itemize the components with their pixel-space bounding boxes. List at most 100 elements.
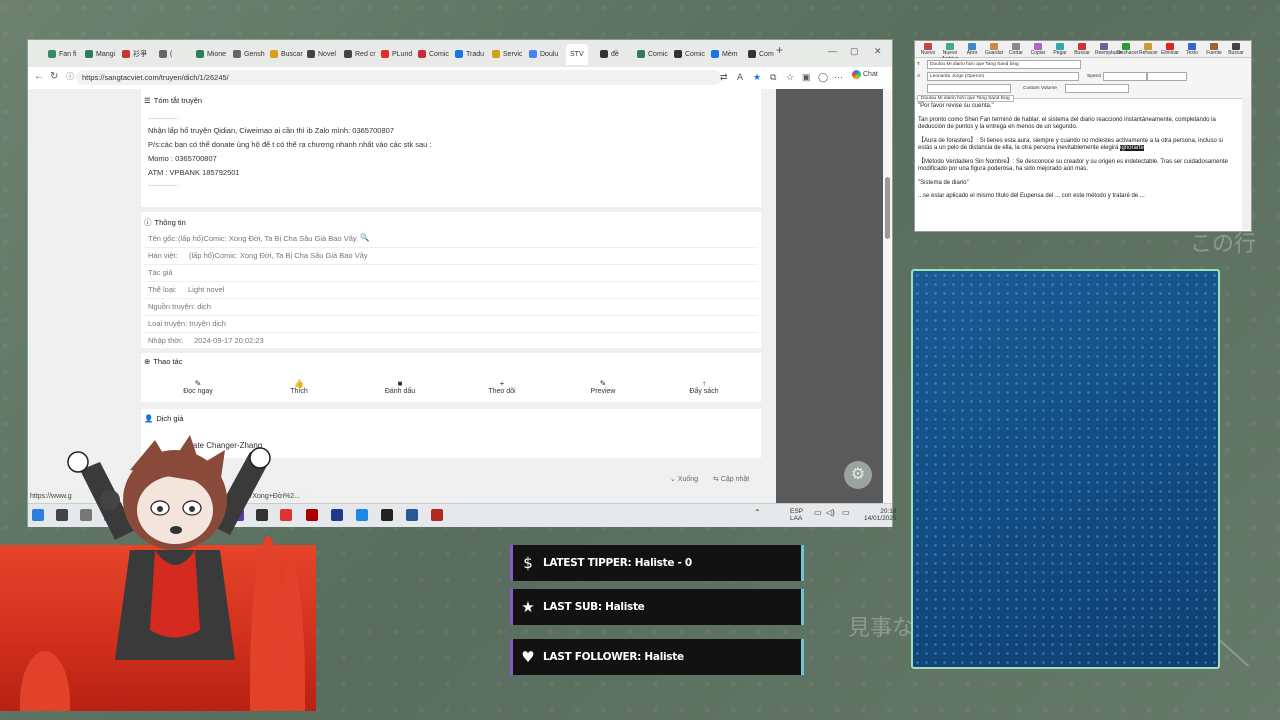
browser-tab[interactable]: Comic bbox=[637, 46, 668, 62]
menu-icon[interactable]: ⋯ bbox=[834, 72, 843, 83]
browser-tab[interactable]: Buscar bbox=[270, 46, 303, 62]
extensions-icon[interactable]: ⧉ bbox=[770, 72, 776, 83]
browser-tab[interactable]: Tradu bbox=[455, 46, 484, 62]
reader-tab[interactable]: Doulou Mi diario hizo que Tang Sand bing bbox=[917, 95, 1014, 102]
voice-field[interactable] bbox=[927, 84, 1011, 93]
tab-favicon-icon bbox=[674, 50, 682, 58]
favorite-star-icon[interactable]: ★ bbox=[753, 72, 761, 83]
chevron-down-icon: ⌄ bbox=[670, 476, 676, 483]
reload-icon[interactable]: ↻ bbox=[50, 71, 58, 82]
scroll-down-link[interactable]: ⌄ Xuống bbox=[670, 475, 698, 483]
reader-toolbar-button[interactable]: Eliminar bbox=[1161, 43, 1179, 56]
minimize-icon[interactable]: — bbox=[828, 46, 837, 56]
browser-tab[interactable]: ( bbox=[159, 46, 172, 62]
new-tab-icon[interactable]: + bbox=[776, 43, 783, 57]
app-icon[interactable] bbox=[306, 509, 318, 521]
speed-field[interactable] bbox=[1103, 72, 1147, 81]
action-5-button[interactable]: ✎ Preview bbox=[573, 379, 633, 395]
language-indicator[interactable]: ESP LAA bbox=[790, 508, 803, 522]
reader-scrollbar[interactable] bbox=[1242, 98, 1251, 230]
browser-tab[interactable]: PLund bbox=[381, 46, 412, 62]
clock[interactable]: 20:18 14/01/2025 bbox=[864, 508, 897, 522]
action-2-button[interactable]: 👍 Thích bbox=[269, 379, 329, 395]
paragraph-text: ...se estar aplicado el mismo título del… bbox=[918, 193, 1145, 199]
toolbar-label: Abrir bbox=[966, 50, 978, 56]
reader-toolbar-button[interactable]: Buscar bbox=[1227, 43, 1245, 56]
browser-tab[interactable]: Comic bbox=[674, 46, 705, 62]
action-6-button[interactable]: ↑ Đẩy sách bbox=[674, 379, 734, 395]
browser-tab[interactable]: Fan fi bbox=[48, 46, 77, 62]
settings-gear-icon[interactable]: ⚙ bbox=[844, 461, 872, 489]
speed-field-2[interactable] bbox=[1147, 72, 1187, 81]
tray-chevron-icon[interactable]: ⌃ bbox=[754, 508, 761, 517]
author-field[interactable]: Leonardo Jorge (Operon) bbox=[927, 72, 1079, 81]
terminal-icon[interactable] bbox=[381, 509, 393, 521]
toolbar-label: Buscar bbox=[1074, 50, 1090, 56]
title-field[interactable]: Doulou Mi diario hizo que Tang Sand bing bbox=[927, 60, 1081, 69]
reader-text-body[interactable]: "Por favor revise su cuenta." Tan pronto … bbox=[918, 103, 1236, 207]
word-icon[interactable] bbox=[406, 509, 418, 521]
reader-toolbar-button[interactable]: Reemplazar bbox=[1095, 43, 1122, 56]
reader-toolbar-button[interactable]: Fuente bbox=[1205, 43, 1223, 56]
reader-toolbar-button[interactable]: Copiar bbox=[1029, 43, 1047, 56]
browser-tab[interactable]: Mione bbox=[196, 46, 226, 62]
search-icon[interactable]: 🔍 bbox=[360, 233, 369, 242]
reader-toolbar-button[interactable]: Abrir bbox=[963, 43, 981, 56]
browser-tab[interactable]: Comic bbox=[418, 46, 449, 62]
custom-volume-field[interactable] bbox=[1065, 84, 1129, 93]
browser-tab[interactable]: Mèm bbox=[711, 46, 738, 62]
reader-toolbar-button[interactable]: Rehacer bbox=[1139, 43, 1158, 56]
browser-tab[interactable]: đề bbox=[600, 46, 619, 62]
action-1-button[interactable]: ✎ Đọc ngay bbox=[168, 379, 228, 395]
network-icon[interactable]: ▭ bbox=[814, 508, 822, 517]
active-browser-tab[interactable]: STV bbox=[566, 44, 588, 65]
scrollbar-thumb[interactable] bbox=[885, 177, 890, 239]
toolbar-icon bbox=[1232, 43, 1240, 50]
scroll-down-label: Xuống bbox=[677, 476, 699, 483]
maximize-icon[interactable]: ▢ bbox=[850, 46, 859, 57]
battery-icon[interactable]: ▭ bbox=[842, 508, 850, 517]
profile-icon[interactable]: ◯ bbox=[818, 72, 828, 83]
app-icon[interactable] bbox=[356, 509, 368, 521]
read-aloud-icon[interactable]: A bbox=[737, 72, 743, 82]
translator-title-text: Dịch giả bbox=[156, 414, 184, 423]
reader-toolbar-button[interactable]: Pegar bbox=[1051, 43, 1069, 56]
back-icon[interactable]: ← bbox=[34, 71, 44, 82]
action-3-button[interactable]: ■ Đánh dấu bbox=[370, 379, 430, 395]
reader-toolbar-button[interactable]: Deshacer bbox=[1117, 43, 1138, 56]
site-info-icon[interactable]: ⓘ bbox=[66, 71, 74, 82]
close-icon[interactable]: ✕ bbox=[874, 46, 882, 57]
row-divider bbox=[144, 281, 758, 282]
vtuber-avatar bbox=[67, 435, 271, 660]
toolbar-label: Buscar bbox=[1228, 50, 1244, 56]
reader-toolbar-button[interactable]: Nuevo bbox=[919, 43, 937, 56]
start-icon[interactable] bbox=[32, 509, 44, 521]
page-scrollbar[interactable] bbox=[883, 89, 892, 503]
action-4-button[interactable]: + Theo dõi bbox=[472, 379, 532, 395]
browser-tab[interactable]: Gensh bbox=[233, 46, 265, 62]
url-field[interactable]: https://sangtacviet.com/truyen/dich/1/26… bbox=[76, 70, 722, 85]
favorites-icon[interactable]: ☆ bbox=[786, 72, 794, 83]
reader-toolbar-button[interactable]: Buscar bbox=[1073, 43, 1091, 56]
browser-tab[interactable]: Novel bbox=[307, 46, 336, 62]
collections-icon[interactable]: ▣ bbox=[802, 72, 811, 83]
paragraph-text: "Sistema de diario" bbox=[918, 179, 969, 186]
browser-tab[interactable]: Red cr bbox=[344, 46, 376, 62]
reader-toolbar-button[interactable]: Texto bbox=[1183, 43, 1201, 56]
translate-icon[interactable]: ⇄ bbox=[720, 72, 728, 83]
app-icon[interactable] bbox=[431, 509, 443, 521]
reader-toolbar-button[interactable]: Cortar bbox=[1007, 43, 1025, 56]
browser-tab[interactable]: Mangi bbox=[85, 46, 115, 62]
browser-tab[interactable]: Doulu bbox=[529, 46, 558, 62]
browser-tab[interactable]: Com bbox=[748, 46, 774, 62]
reader-toolbar-button[interactable]: Guardar bbox=[985, 43, 1003, 56]
browser-tab[interactable]: Servic bbox=[492, 46, 522, 62]
app-icon[interactable] bbox=[331, 509, 343, 521]
tab-favicon-icon bbox=[637, 50, 645, 58]
volume-icon[interactable]: ◁) bbox=[826, 508, 835, 517]
browser-tab[interactable]: 衫爭 bbox=[122, 46, 147, 62]
address-bar: ← ↻ ⓘ https://sangtacviet.com/truyen/dic… bbox=[28, 67, 892, 90]
chat-button[interactable]: Chat bbox=[852, 70, 878, 79]
actions-title: ⊕ Thao tác bbox=[144, 357, 182, 366]
update-link[interactable]: ⇆ Cập nhật bbox=[713, 475, 749, 483]
